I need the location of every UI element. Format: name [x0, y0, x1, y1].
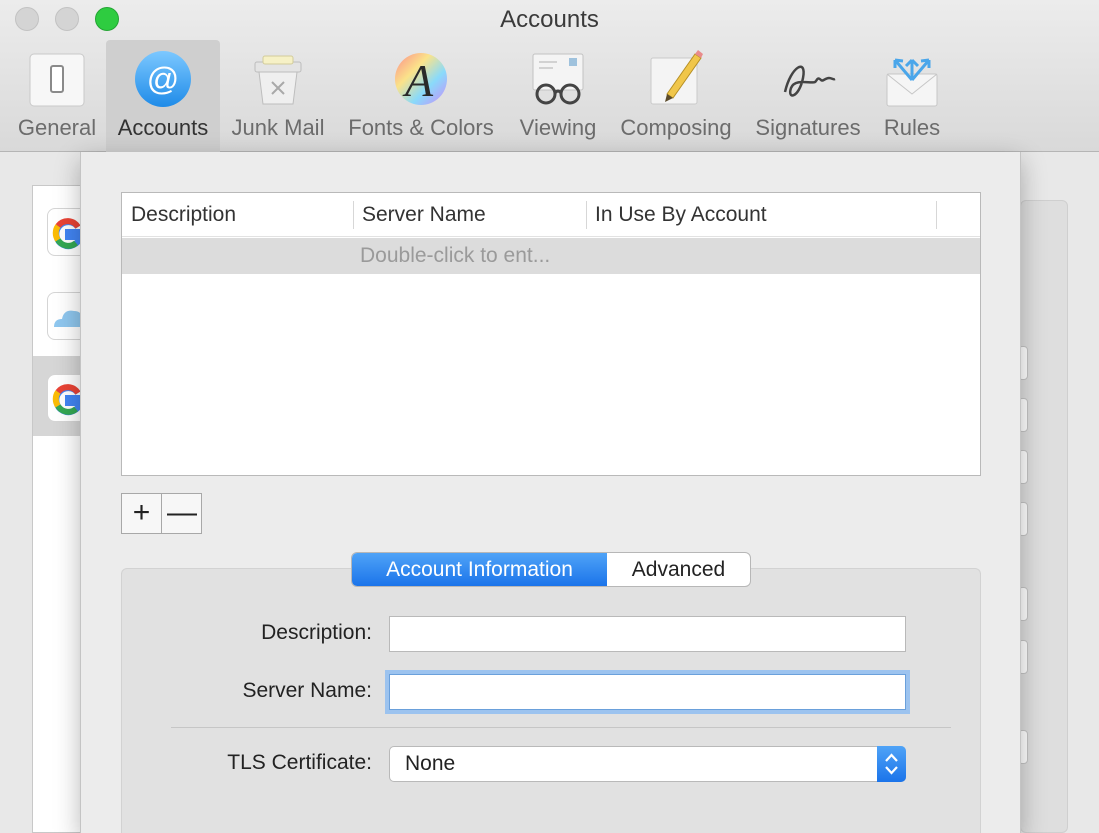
toolbar-label: Junk Mail [231, 115, 325, 140]
window-title: Accounts [500, 6, 599, 33]
window-toolbar: Accounts General @ Accounts Junk Mail A … [0, 0, 1099, 152]
toolbar-item-fonts-colors[interactable]: A Fonts & Colors [340, 40, 502, 152]
toolbar-label: Composing [620, 115, 732, 140]
server-name-field[interactable] [389, 674, 906, 710]
server-table[interactable]: Description Server Name In Use By Accoun… [121, 192, 981, 476]
glasses-icon [532, 53, 584, 105]
table-row-placeholder: Double-click to ent... [360, 244, 551, 267]
rules-envelope-icon [886, 58, 938, 107]
divider [171, 727, 951, 728]
tab-control: Account Information Advanced [351, 552, 751, 587]
toolbar-label: Fonts & Colors [348, 115, 494, 140]
column-separator [936, 201, 937, 229]
toolbar-item-junk-mail[interactable]: Junk Mail [225, 40, 331, 152]
add-server-button[interactable]: + [122, 494, 162, 533]
smtp-server-sheet: Description Server Name In Use By Accoun… [80, 152, 1021, 833]
toolbar-label: Viewing [519, 115, 597, 140]
column-header-description[interactable]: Description [122, 193, 353, 237]
tls-certificate-value: None [405, 752, 456, 775]
remove-server-button[interactable]: — [162, 494, 202, 533]
column-header-server-name[interactable]: Server Name [353, 193, 586, 237]
toolbar-label: Signatures [755, 115, 861, 140]
svg-text:A: A [402, 55, 434, 106]
toolbar-item-viewing[interactable]: Viewing [512, 40, 604, 152]
trash-can-icon [254, 55, 302, 105]
table-add-remove-buttons: + — [121, 493, 202, 534]
tls-certificate-label: TLS Certificate: [227, 751, 372, 774]
toolbar-item-signatures[interactable]: Signatures [748, 40, 868, 152]
toolbar-item-general[interactable]: General [6, 40, 108, 152]
toolbar-label: Rules [883, 115, 941, 140]
signature-icon [783, 65, 836, 97]
toolbar-label: Accounts [117, 115, 209, 140]
description-label: Description: [261, 621, 372, 644]
toolbar-label: General [17, 115, 97, 140]
pencil-icon [650, 50, 703, 105]
table-header: Description Server Name In Use By Accoun… [122, 193, 980, 237]
table-row[interactable]: Double-click to ent... [122, 238, 980, 274]
toolbar-item-accounts[interactable]: @ Accounts [106, 40, 220, 152]
description-field[interactable] [389, 616, 906, 652]
toolbar-item-composing[interactable]: Composing [612, 40, 740, 152]
toolbar-item-rules[interactable]: Rules [877, 40, 947, 152]
at-sign-icon: @ [135, 51, 191, 107]
server-name-label: Server Name: [242, 679, 372, 702]
tls-certificate-select[interactable]: None [389, 746, 906, 782]
svg-text:@: @ [147, 61, 179, 97]
general-switch-icon [29, 53, 85, 107]
fonts-colors-icon: A [395, 53, 447, 106]
chevron-up-down-icon [877, 746, 906, 782]
tab-advanced[interactable]: Advanced [607, 553, 750, 586]
tab-account-information[interactable]: Account Information [352, 553, 607, 586]
column-header-in-use-by-account[interactable]: In Use By Account [586, 193, 936, 237]
